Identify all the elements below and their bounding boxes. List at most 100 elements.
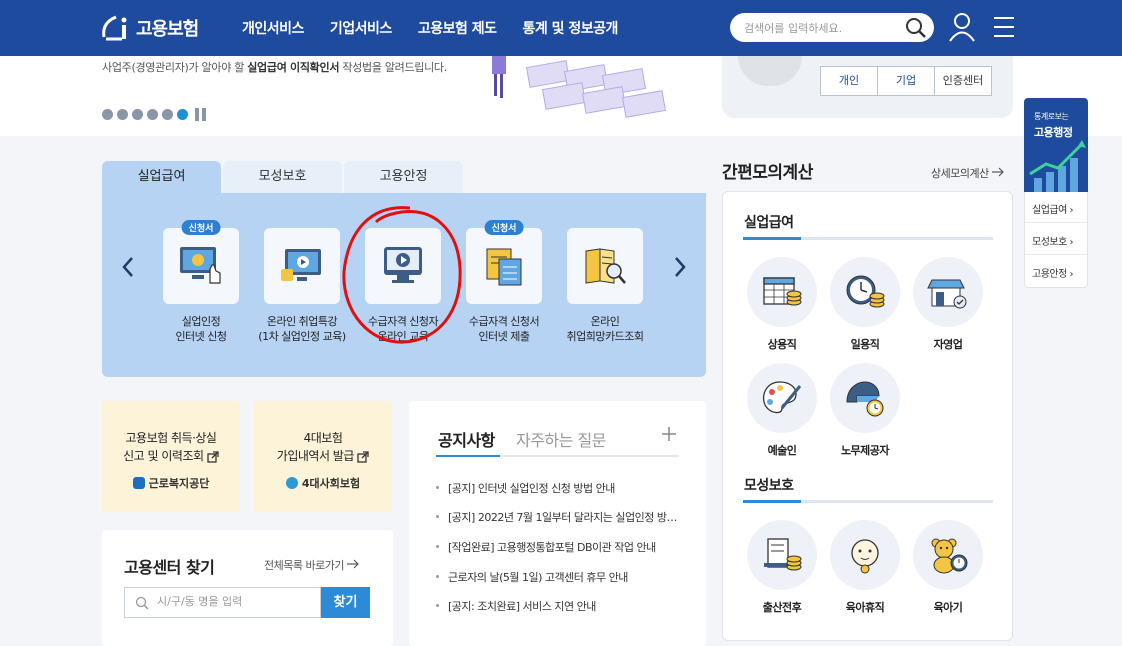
site-logo[interactable]: 고용보험 [100,10,199,46]
service-label: 수급자격 신청서 인터넷 제출 [454,314,554,344]
notice-tab-active-indicator [436,455,500,457]
org-logo-4insurance: 4대사회보험 [254,475,392,491]
notice-item[interactable]: [공지: 조치완료] 서비스 지연 안내 [436,598,680,614]
divider [1025,222,1087,223]
pause-icon[interactable] [195,108,206,121]
quick-label: 4대보험 가입내역서 발급 [254,429,392,465]
tab-faq[interactable]: 자주하는 질문 [516,427,606,451]
4insurance-logo-icon [285,477,298,489]
quick-insurance-history[interactable]: 고용보험 취득·상실 신고 및 이력조회 근로복지공단 [102,401,240,512]
quick-label: 고용보험 취득·상실 신고 및 이력조회 [102,429,240,465]
detailed-calc-link-label: 상세모의계산 [931,167,989,180]
service-label-line2: 인터넷 신청 [175,330,227,343]
notice-item[interactable]: [공지] 인터넷 실업인정 신청 방법 안내 [436,480,680,496]
calc-artist[interactable]: 예술인 [746,363,818,458]
quick-label-line1: 4대보험 [303,431,343,445]
chevron-right-icon: › [1069,237,1074,248]
service-job-card-search[interactable]: 온라인 취업희망카드조회 [555,228,655,344]
nav-insurance-system[interactable]: 고용보험 제도 [418,18,497,38]
login-personal-button[interactable]: 개인 [820,66,878,96]
center-search-input[interactable] [157,595,312,608]
calc-regular-worker[interactable]: 상용직 [746,257,818,352]
banner-text-suffix: 작성법을 알려드립니다. [339,61,447,74]
monitor-play-icon [384,247,422,283]
service-card: 신청서 [466,220,542,304]
detailed-calc-link[interactable]: 상세모의계산 [931,165,1004,181]
banner-dot[interactable] [162,109,173,120]
notice-item[interactable]: [작업완료] 고용행정통합포털 DB이관 작업 안내 [436,539,680,555]
center-search-button[interactable]: 찾기 [321,587,370,618]
quick-menu-label: 모성보호 [1032,237,1067,248]
calc-section-indicator [743,500,801,503]
arrow-right-icon [991,167,1004,177]
calc-label: 출산전후 [762,601,802,614]
nav-statistics[interactable]: 통계 및 정보공개 [522,18,618,38]
palette-icon [747,363,817,433]
application-badge: 신청서 [181,220,221,235]
quick-label-line2: 신고 및 이력조회 [123,449,204,463]
banner-pagination [102,108,206,121]
banner-dot[interactable] [147,109,158,120]
login-cert-button[interactable]: 인증센터 [934,66,992,96]
calc-section-indicator [743,237,801,240]
plus-icon[interactable] [661,426,677,442]
prev-arrow-icon[interactable] [120,255,136,279]
nav-personal[interactable]: 개인서비스 [242,18,304,38]
calc-childcare-period[interactable]: 육아기 [912,520,984,615]
banner-dot[interactable] [132,109,143,120]
quick-4insurance-certificate[interactable]: 4대보험 가입내역서 발급 4대사회보험 [254,401,392,512]
search-icon[interactable] [904,16,928,40]
chevron-right-icon: › [1069,205,1074,216]
calc-self-employed[interactable]: 자영업 [912,257,984,352]
calc-label: 예술인 [767,444,797,457]
banner-dot[interactable] [102,109,113,120]
tab-unemployment[interactable]: 실업급여 [102,161,221,193]
banner-illustration [492,56,667,118]
service-label-line2: 취업희망카드조회 [566,330,644,343]
tab-notice[interactable]: 공지사항 [438,427,495,451]
nav-business[interactable]: 기업서비스 [330,18,392,38]
quick-menu-maternity[interactable]: 모성보호 › [1032,233,1073,248]
service-claimant-online-education[interactable]: 수급자격 신청자 온라인 교육 [353,228,453,344]
calc-section-title: 모성보호 [744,478,794,494]
center-list-link-label: 전체목록 바로가기 [264,559,344,572]
user-icon[interactable] [948,12,976,42]
hamburger-menu-icon[interactable] [992,15,1016,39]
banner-dot-active[interactable] [177,109,188,120]
tab-employment-stability[interactable]: 고용안정 [344,161,463,193]
banner-text[interactable]: 사업주(경영관리자)가 알아야 할 실업급여 이직확인서 작성법을 알려드립니다… [102,59,447,75]
calc-daily-worker[interactable]: 일용직 [829,257,901,352]
notice-item[interactable]: 근로자의 날(5월 1일) 고객센터 휴무 안내 [436,569,680,585]
calc-label: 상용직 [767,338,797,351]
quick-label-line2: 가입내역서 발급 [276,449,355,463]
calc-label: 자영업 [933,338,963,351]
tab-maternity[interactable]: 모성보호 [223,161,342,193]
quick-menu-stability[interactable]: 고용안정 › [1032,265,1073,280]
chart-growth-icon [1029,140,1086,192]
calc-parental-leave[interactable]: 육아휴직 [829,520,901,615]
center-list-link[interactable]: 전체목록 바로가기 [264,557,359,573]
calc-maternity-leave[interactable]: 출산전후 [746,520,818,615]
banner-text-bold: 실업급여 이직확인서 [247,61,340,74]
calc-labor-provider[interactable]: 노무제공자 [829,363,901,458]
service-label-line2: 인터넷 제출 [478,330,530,343]
service-label-line1: 실업인정 [181,315,221,328]
clock-coins-icon [830,257,900,327]
calc-section-title: 실업급여 [744,215,794,231]
calc-label: 노무제공자 [840,444,890,457]
service-unemployment-online[interactable]: 신청서 실업인정인터넷 신청 [151,220,251,344]
search-input[interactable] [744,19,904,37]
login-business-button[interactable]: 기업 [877,66,935,96]
arrow-right-icon [346,559,359,569]
notice-item[interactable]: [공지] 2022년 7월 1일부터 달라지는 실업인정 방법 안내 [436,509,680,525]
calc-label: 일용직 [850,338,880,351]
quick-menu-label: 실업급여 [1032,205,1067,216]
service-online-lecture[interactable]: 온라인 취업특강 (1차 실업인정 교육) [252,228,352,344]
next-arrow-icon[interactable] [672,255,688,279]
service-claim-application[interactable]: 신청서 수급자격 신청서 인터넷 제출 [454,220,554,344]
quick-menu-unemployment[interactable]: 실업급여 › [1032,201,1073,216]
center-finder-title: 고용센터 찾기 [124,558,215,577]
banner-dot[interactable] [117,109,128,120]
calc-label: 육아기 [933,601,963,614]
service-label: 온라인 취업특강 (1차 실업인정 교육) [252,314,352,344]
